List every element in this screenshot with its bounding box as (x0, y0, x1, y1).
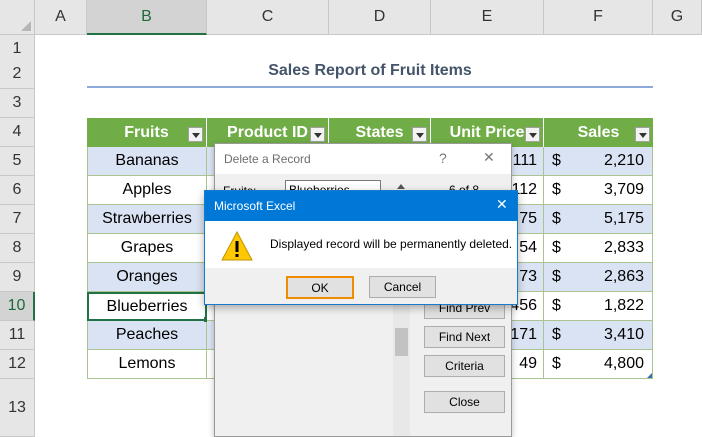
column-header-b[interactable]: B (87, 0, 207, 35)
row-header-2[interactable]: 2 (0, 60, 35, 89)
currency-symbol: $ (552, 297, 561, 314)
criteria-button[interactable]: Criteria (424, 355, 505, 377)
filter-dropdown-icon[interactable] (635, 127, 650, 142)
column-header-g[interactable]: G (653, 0, 702, 35)
unit-price-value: 171 (510, 326, 537, 343)
scroll-up-icon[interactable] (397, 184, 405, 189)
unit-price-cell[interactable]: 171 (510, 321, 544, 350)
sales-cell[interactable]: $2,210 (544, 147, 653, 176)
sales-cell[interactable]: $3,410 (544, 321, 653, 350)
column-header-f[interactable]: F (544, 0, 653, 35)
unit-price-value: 54 (519, 239, 537, 256)
row-header-9[interactable]: 9 (0, 263, 35, 292)
column-header-e[interactable]: E (431, 0, 544, 35)
unit-price-value: 111 (512, 152, 537, 169)
row-header-8[interactable]: 8 (0, 234, 35, 263)
sales-cell[interactable]: $3,709 (544, 176, 653, 205)
row-header-4[interactable]: 4 (0, 118, 35, 147)
filter-dropdown-icon[interactable] (412, 127, 427, 142)
sales-value: 2,833 (603, 239, 644, 256)
fruit-cell[interactable]: Bananas (87, 147, 207, 176)
currency-symbol: $ (552, 268, 561, 285)
table-resize-handle[interactable] (647, 373, 652, 378)
header-fruits: Fruits (87, 118, 207, 147)
row-header-3[interactable]: 3 (0, 89, 35, 118)
row-header-12[interactable]: 12 (0, 350, 35, 379)
warning-icon (221, 231, 253, 261)
help-icon[interactable]: ? (439, 150, 447, 166)
currency-symbol: $ (552, 152, 561, 169)
row-header-13[interactable]: 13 (0, 379, 35, 437)
currency-symbol: $ (552, 239, 561, 256)
header-label: Product ID (227, 123, 308, 141)
filter-dropdown-icon[interactable] (310, 127, 325, 142)
fruit-cell[interactable]: Grapes (87, 234, 207, 263)
sales-cell[interactable]: $1,822 (544, 292, 653, 321)
confirm-message: Displayed record will be permanently del… (270, 237, 513, 251)
close-icon[interactable]: ✕ (496, 196, 508, 213)
header-label: Unit Price (449, 123, 525, 141)
currency-symbol: $ (552, 326, 561, 343)
close-button[interactable]: Close (424, 391, 505, 413)
sales-value: 1,822 (603, 297, 644, 314)
sales-cell[interactable]: $2,863 (544, 263, 653, 292)
sales-value: 3,410 (603, 326, 644, 343)
sales-cell[interactable]: $2,833 (544, 234, 653, 263)
unit-price-cell[interactable]: 49 (512, 350, 544, 379)
confirm-title: Microsoft Excel (214, 199, 296, 213)
fruit-cell[interactable]: Lemons (87, 350, 207, 379)
fruit-cell[interactable]: Oranges (87, 263, 207, 292)
confirm-dialog: Microsoft Excel ✕ Displayed record will … (204, 190, 518, 305)
sales-cell[interactable]: $4,800 (544, 350, 653, 379)
unit-price-value: 75 (519, 210, 537, 227)
data-form-titlebar: Delete a Record ? ✕ (215, 144, 511, 174)
unit-price-cell[interactable]: 111 (512, 147, 544, 176)
unit-price-value: 49 (519, 355, 537, 372)
sales-value: 3,709 (603, 181, 644, 198)
header-label: Sales (577, 123, 620, 141)
filter-dropdown-icon[interactable] (525, 127, 540, 142)
row-header-5[interactable]: 5 (0, 147, 35, 176)
close-icon[interactable]: ✕ (483, 149, 495, 166)
confirm-titlebar: Microsoft Excel ✕ (205, 191, 517, 221)
sales-cell[interactable]: $5,175 (544, 205, 653, 234)
ok-button[interactable]: OK (286, 276, 354, 299)
title-underline (87, 86, 653, 88)
sales-value: 2,863 (603, 268, 644, 285)
currency-symbol: $ (552, 210, 561, 227)
row-header-11[interactable]: 11 (0, 321, 35, 350)
fruit-cell[interactable]: Apples (87, 176, 207, 205)
data-form-title: Delete a Record (224, 152, 311, 166)
confirm-body: Displayed record will be permanently del… (205, 221, 517, 268)
sales-value: 5,175 (603, 210, 644, 227)
sales-value: 4,800 (603, 355, 644, 372)
row-header-10[interactable]: 10 (0, 292, 35, 321)
row-header-7[interactable]: 7 (0, 205, 35, 234)
find-next-button[interactable]: Find Next (424, 326, 505, 348)
currency-symbol: $ (552, 181, 561, 198)
select-all-corner[interactable] (0, 0, 35, 35)
unit-price-value: 73 (519, 268, 537, 285)
currency-symbol: $ (552, 355, 561, 372)
cancel-button[interactable]: Cancel (369, 276, 436, 298)
fruit-cell[interactable]: Peaches (87, 321, 207, 350)
column-header-c[interactable]: C (207, 0, 329, 35)
scrollbar-thumb[interactable] (395, 328, 408, 356)
report-title: Sales Report of Fruit Items (268, 62, 472, 79)
fruit-cell[interactable]: Strawberries (87, 205, 207, 234)
header-sales: Sales (544, 118, 653, 147)
header-label: Fruits (124, 123, 169, 141)
filter-dropdown-icon[interactable] (188, 127, 203, 142)
fruit-cell-active[interactable]: Blueberries (87, 292, 207, 321)
sales-value: 2,210 (603, 152, 644, 169)
row-header-6[interactable]: 6 (0, 176, 35, 205)
header-label: States (355, 123, 404, 141)
column-header-d[interactable]: D (329, 0, 431, 35)
column-header-a[interactable]: A (35, 0, 87, 35)
